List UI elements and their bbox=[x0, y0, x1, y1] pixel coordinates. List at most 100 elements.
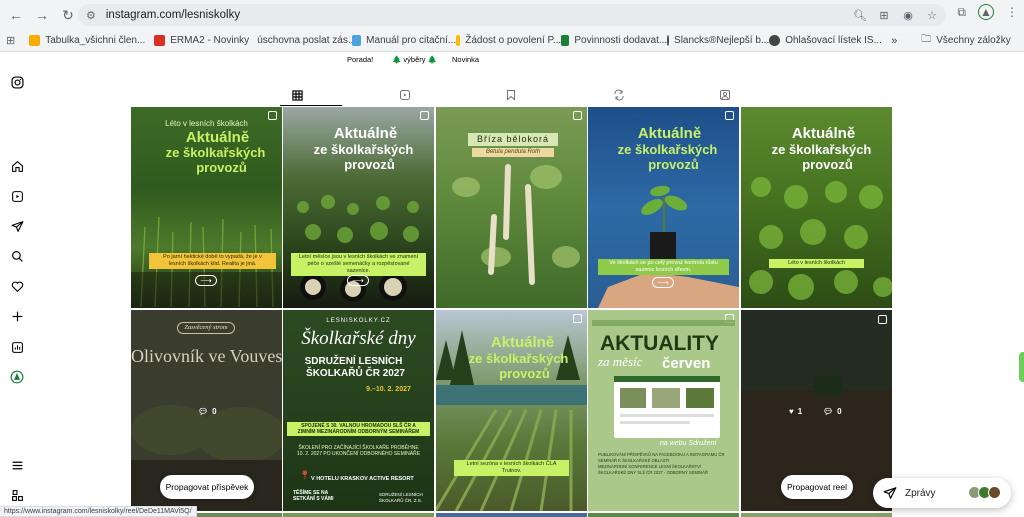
bookmark-item[interactable]: Ohlašovací lístek IS... bbox=[769, 35, 891, 46]
highlight-label[interactable]: 🌲 výběry 🌲 bbox=[392, 55, 437, 64]
bookmark-item[interactable]: Povinnosti dodavat... bbox=[561, 35, 667, 46]
tab-tagged[interactable] bbox=[712, 84, 738, 106]
post-tile[interactable] bbox=[588, 513, 739, 517]
notifications-heart-icon[interactable] bbox=[9, 278, 25, 294]
tile-title: provozů bbox=[499, 366, 550, 381]
bookmark-folder-label: Všechny záložky bbox=[936, 35, 1011, 46]
comments-count: 💬︎ 0 bbox=[823, 407, 842, 416]
direct-messages-icon[interactable] bbox=[9, 218, 25, 234]
tab-posts[interactable] bbox=[284, 84, 310, 106]
back-icon[interactable]: ← bbox=[4, 3, 28, 27]
post-tile[interactable]: Aktuálně ze školkařských provozů Letní s… bbox=[436, 310, 587, 511]
tile-subtitle: Léto v lesních školkách bbox=[165, 119, 248, 128]
tile-title: ze školkařských bbox=[771, 142, 872, 157]
bookmark-label: ERMA2 - Novinky bbox=[170, 35, 250, 46]
apps-grid-icon[interactable]: ⊞ bbox=[6, 34, 15, 47]
bookmark-favicon-icon bbox=[561, 35, 570, 46]
bookmark-label: Ohlašovací lístek IS... bbox=[785, 35, 882, 46]
website-preview-image bbox=[620, 388, 646, 408]
dashboard-icon[interactable] bbox=[9, 339, 25, 355]
website-preview-image bbox=[686, 388, 714, 408]
address-bar[interactable]: ⚙ instagram.com/lesniskolky 🔍︎ ⊞ ◉ ☆ bbox=[78, 4, 946, 26]
tile-title: ze školkařských bbox=[468, 351, 569, 366]
promote-post-button[interactable]: Propagovat příspěvek bbox=[160, 475, 254, 499]
tracking-protection-icon[interactable]: ◉ bbox=[900, 7, 916, 23]
status-bar-url: https://www.instagram.com/lesniskolky/re… bbox=[0, 506, 197, 517]
tile-title: Aktuálně bbox=[637, 125, 702, 142]
tile-caption: ŠKOLENÍ PRO ZAČÍNAJÍCÍ ŠKOLKAŘE PROBĚHNE… bbox=[296, 445, 421, 457]
bookmark-item[interactable]: Tabulka_všichni člen... bbox=[29, 35, 154, 46]
instagram-logo-icon[interactable] bbox=[9, 74, 25, 90]
profile-avatar-icon[interactable] bbox=[9, 369, 25, 385]
messages-button[interactable]: Zprávy bbox=[873, 478, 1011, 508]
tile-subtitle: Zasvěcený strom bbox=[177, 322, 235, 334]
forward-icon[interactable]: → bbox=[30, 3, 54, 27]
browser-menu-icon[interactable]: ⋮ bbox=[1006, 5, 1018, 19]
tile-title: Aktuálně bbox=[791, 125, 856, 142]
promote-reel-button[interactable]: Propagovat reel bbox=[781, 475, 853, 499]
site-info-icon[interactable]: ⚙ bbox=[86, 9, 96, 22]
post-tile[interactable]: Aktuálně ze školkařských provozů Ve škol… bbox=[588, 107, 739, 308]
tile-title: ze školkařských bbox=[313, 142, 414, 157]
reel-icon bbox=[878, 315, 887, 324]
search-icon[interactable] bbox=[9, 248, 25, 264]
tab-saved[interactable] bbox=[498, 84, 524, 106]
reels-icon[interactable] bbox=[9, 188, 25, 204]
bookmark-item[interactable]: Slancks®Nejlepší b... bbox=[667, 35, 769, 46]
more-apps-icon[interactable] bbox=[9, 487, 25, 503]
tile-title: ze školkařských bbox=[165, 145, 266, 160]
heart-icon: ♥ bbox=[789, 407, 794, 416]
tile-date: 9.–10. 2. 2027 bbox=[366, 386, 411, 393]
carousel-icon bbox=[573, 111, 582, 120]
bookmark-item[interactable]: úschovna poslat zás... bbox=[252, 35, 356, 46]
carousel-icon bbox=[420, 111, 429, 120]
highlight-label[interactable]: Porada! bbox=[347, 55, 373, 64]
side-panel-handle[interactable] bbox=[1019, 352, 1024, 382]
location-pin-icon: 📍︎ bbox=[299, 470, 311, 480]
profile-tabs bbox=[130, 84, 894, 106]
bookmark-item[interactable]: Manuál pro citační... bbox=[352, 35, 456, 46]
tile-title: Bříza bělokorá bbox=[468, 133, 558, 146]
post-tile[interactable]: Bříza bělokorá Betula pendula Roth bbox=[436, 107, 587, 308]
tile-caption: SPOJENÉ S 30. VALNOU HROMADOU SLŠ ČR A Z… bbox=[287, 422, 430, 436]
comments-count: 💬︎ 0 bbox=[198, 407, 217, 416]
tab-reels[interactable] bbox=[392, 84, 418, 106]
reload-icon[interactable]: ↻ bbox=[56, 3, 80, 27]
tab-reposts[interactable] bbox=[606, 84, 632, 106]
website-preview-text-line bbox=[620, 414, 714, 417]
post-tile[interactable] bbox=[741, 513, 892, 517]
post-tile[interactable] bbox=[436, 513, 587, 517]
home-icon[interactable] bbox=[9, 158, 25, 174]
bookmark-label: Žádost o povolení P... bbox=[465, 35, 562, 46]
post-tile[interactable]: AKTUALITY za měsíc červen na webu Sdruže… bbox=[588, 310, 739, 511]
extensions-icon[interactable]: ⧉ bbox=[957, 5, 966, 20]
bookmark-favicon-icon bbox=[29, 35, 41, 46]
post-tile[interactable]: Léto v lesních školkách Aktuálně ze škol… bbox=[131, 107, 282, 308]
bookmark-favicon-icon bbox=[667, 35, 670, 46]
bookmarks-overflow-icon[interactable]: » bbox=[891, 35, 921, 47]
tile-title: provozů bbox=[802, 157, 853, 172]
post-tile[interactable] bbox=[283, 513, 434, 517]
bookmark-star-icon[interactable]: ☆ bbox=[924, 7, 940, 23]
bookmark-item[interactable]: Žádost o povolení P... bbox=[456, 35, 561, 46]
bookmark-item[interactable]: ERMA2 - Novinky bbox=[154, 35, 252, 46]
tile-news-list: PUBLIKOVÁNÍ PŘÍSPĚVKŮ NA FACEBOOKU A INS… bbox=[598, 452, 731, 476]
bookmark-label: Povinnosti dodavat... bbox=[574, 35, 668, 46]
tile-caption: Letní sezóna v lesních školkách ČLA Trut… bbox=[454, 460, 569, 476]
all-bookmarks-folder[interactable]: 🗀 Všechny záložky bbox=[921, 32, 1010, 49]
likes-count-value: 1 bbox=[797, 407, 803, 416]
tile-title: Olivovník ve Vouves bbox=[131, 346, 282, 366]
post-tile[interactable]: Aktuálně ze školkařských provozů Léto v … bbox=[741, 107, 892, 308]
comment-bubble-icon: 💬︎ bbox=[198, 407, 209, 416]
zoom-icon[interactable]: 🔍︎ bbox=[852, 7, 868, 23]
menu-hamburger-icon[interactable] bbox=[9, 457, 25, 473]
post-tile[interactable]: Aktuálně ze školkařských provozů Letní m… bbox=[283, 107, 434, 308]
post-tile[interactable]: LESNISKOLKY.CZ Školkařské dny SDRUŽENÍ L… bbox=[283, 310, 434, 511]
bookmark-label: Tabulka_všichni člen... bbox=[45, 35, 146, 46]
bookmark-favicon-icon bbox=[456, 35, 461, 46]
profile-avatar-icon[interactable]: ▲ bbox=[978, 4, 994, 20]
highlight-label[interactable]: Novinka bbox=[452, 55, 479, 64]
install-app-icon[interactable]: ⊞ bbox=[876, 7, 892, 23]
create-plus-icon[interactable] bbox=[9, 308, 25, 324]
tile-caption: Ve školkách se po celý provoz kontrola r… bbox=[598, 259, 729, 275]
